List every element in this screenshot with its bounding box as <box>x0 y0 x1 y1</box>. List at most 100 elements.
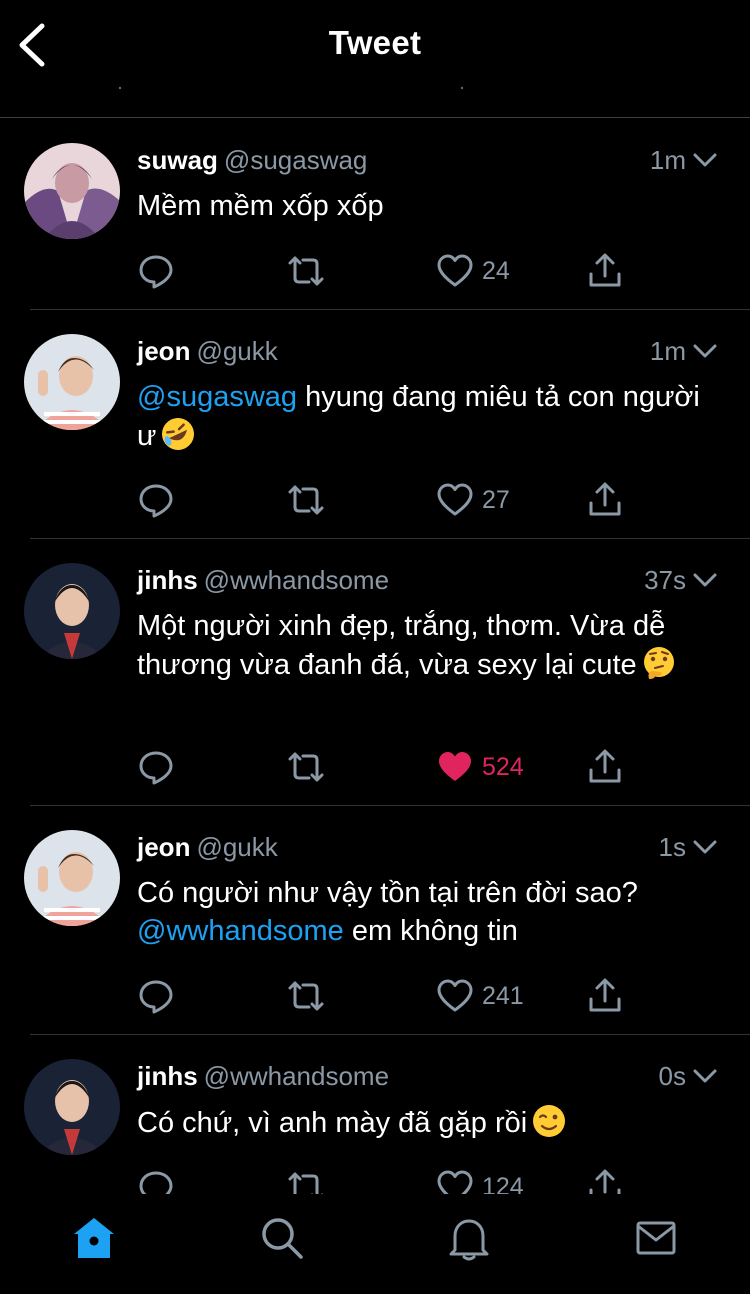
timestamp-area: 0s <box>659 1059 718 1093</box>
retweet-icon <box>288 256 324 286</box>
user-handle[interactable]: @sugaswag <box>224 145 367 175</box>
like-button[interactable]: 241 <box>436 976 524 1016</box>
reply-icon <box>139 1171 173 1194</box>
share-button[interactable] <box>586 976 624 1016</box>
chevron-down-icon[interactable] <box>692 834 718 860</box>
search-icon <box>262 1218 303 1259</box>
tweet-meta: jeon @gukk <box>137 830 278 864</box>
retweet-button[interactable] <box>287 747 325 787</box>
tab-notifications[interactable] <box>445 1214 493 1262</box>
chevron-down-icon[interactable] <box>692 147 718 173</box>
share-button[interactable] <box>586 480 624 520</box>
avatar-image <box>24 143 120 239</box>
avatar[interactable] <box>24 1059 120 1155</box>
tweet[interactable]: suwag @sugaswag 1m Mềm mềm xốp xốp 24 <box>0 119 750 310</box>
tab-messages[interactable] <box>632 1214 680 1262</box>
timestamp-area: 1s <box>659 830 718 864</box>
tab-home[interactable] <box>70 1214 118 1262</box>
reply-button[interactable] <box>137 976 175 1016</box>
chevron-down-icon[interactable] <box>692 567 718 593</box>
tweet-body: Mềm mềm xốp xốp <box>137 190 384 222</box>
chevron-down-icon[interactable] <box>692 1063 718 1089</box>
tweet-meta: suwag @sugaswag <box>137 143 367 177</box>
user-handle[interactable]: @wwhandsome <box>204 1061 389 1091</box>
heart-icon <box>437 483 473 516</box>
reply-button[interactable] <box>137 1167 175 1194</box>
thinking-face-emoji <box>643 647 674 679</box>
share-button[interactable] <box>586 1167 624 1194</box>
tweet-body: Có người như vậy tồn tại trên đời sao? <box>137 877 638 909</box>
chevron-down-icon[interactable] <box>692 338 718 364</box>
reply-icon <box>139 751 173 785</box>
avatar[interactable] <box>24 334 120 430</box>
share-icon <box>589 978 621 1012</box>
timestamp: 37s <box>644 565 686 595</box>
like-button[interactable]: 27 <box>436 480 510 520</box>
tweet[interactable]: jeon @gukk 1s Có người như vậy tồn tại tr… <box>0 806 750 1035</box>
display-name[interactable]: suwag <box>137 145 218 175</box>
reply-button[interactable] <box>137 747 175 787</box>
avatar-image <box>24 1059 120 1155</box>
share-icon <box>589 253 621 287</box>
mention-link[interactable]: @wwhandsome <box>137 915 344 947</box>
tweet[interactable]: jinhs @wwhandsome 0s Có chứ, vì anh mày đ… <box>0 1035 750 1194</box>
user-handle[interactable]: @gukk <box>196 336 277 366</box>
share-button[interactable] <box>586 251 624 291</box>
retweet-button[interactable] <box>287 1167 325 1194</box>
tweet[interactable]: jeon @gukk 1m @sugaswag hyung đang miêu t… <box>0 310 750 539</box>
header: Tweet <box>0 0 750 118</box>
share-icon <box>589 1169 621 1194</box>
retweet-icon <box>288 752 324 782</box>
avatar-image <box>24 563 120 659</box>
tweet-actions: 524 <box>0 747 750 787</box>
display-name[interactable]: jinhs <box>137 1061 198 1091</box>
avatar-image <box>24 830 120 926</box>
tweet-text: Mềm mềm xốp xốp <box>137 187 710 225</box>
rolling-laughing-emoji <box>162 418 195 450</box>
tweet-text: Có người như vậy tồn tại trên đời sao? @w… <box>137 874 710 950</box>
like-button[interactable]: 124 <box>436 1167 524 1194</box>
retweet-icon <box>288 485 324 515</box>
like-count: 27 <box>482 485 510 514</box>
tweet-body: Một người xinh đẹp, trắng, thơm. Vừa dễ … <box>137 610 666 681</box>
retweet-icon <box>288 1172 324 1194</box>
reply-icon <box>139 980 173 1014</box>
tweet-body-continued: em không tin <box>343 915 518 947</box>
heart-filled-icon <box>439 752 471 781</box>
reply-button[interactable] <box>137 251 175 291</box>
avatar[interactable] <box>24 143 120 239</box>
like-button[interactable]: 524 <box>436 747 524 787</box>
timestamp: 1s <box>658 832 686 862</box>
retweet-button[interactable] <box>287 480 325 520</box>
bell-icon <box>449 1219 489 1261</box>
tab-search[interactable] <box>258 1214 306 1262</box>
tweet-text: Một người xinh đẹp, trắng, thơm. Vừa dễ … <box>137 607 710 684</box>
user-handle[interactable]: @gukk <box>196 832 277 862</box>
tweet-actions: 124 <box>0 1167 750 1194</box>
tweet-text: Có chứ, vì anh mày đã gặp rồi <box>137 1103 710 1142</box>
tweet[interactable]: jinhs @wwhandsome 37s Một người xinh đẹp,… <box>0 539 750 806</box>
avatar[interactable] <box>24 830 120 926</box>
retweet-button[interactable] <box>287 976 325 1016</box>
like-button[interactable]: 24 <box>436 251 510 291</box>
share-icon <box>589 482 621 516</box>
avatar[interactable] <box>24 563 120 659</box>
tweet-actions: 24 <box>0 251 750 291</box>
user-handle[interactable]: @wwhandsome <box>204 565 389 595</box>
display-name[interactable]: jeon <box>137 336 190 366</box>
scroll-edge-artifact <box>118 86 464 90</box>
display-name[interactable]: jeon <box>137 832 190 862</box>
winking-face-emoji <box>533 1105 566 1137</box>
like-count: 124 <box>482 1172 524 1195</box>
reply-button[interactable] <box>137 480 175 520</box>
retweet-button[interactable] <box>287 251 325 291</box>
timestamp-area: 1m <box>650 143 718 177</box>
timestamp: 0s <box>658 1061 686 1091</box>
mention-link[interactable]: @sugaswag <box>137 381 297 413</box>
share-button[interactable] <box>586 747 624 787</box>
like-count: 524 <box>482 752 524 781</box>
tweet-meta: jinhs @wwhandsome <box>137 563 389 597</box>
reply-icon <box>139 255 173 289</box>
tweet-text: @sugaswag hyung đang miêu tả con người ư <box>137 378 710 455</box>
display-name[interactable]: jinhs <box>137 565 198 595</box>
